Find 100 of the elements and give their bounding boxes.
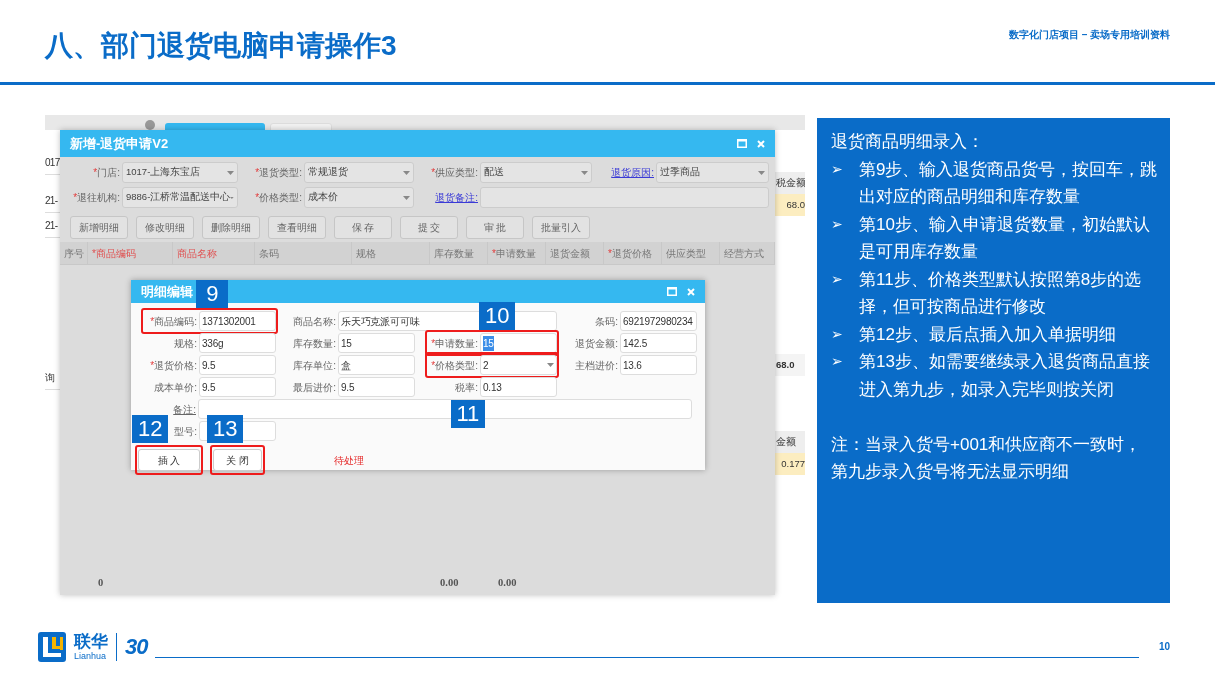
field-label: 税率:: [455, 380, 479, 395]
column-header: 金额: [775, 431, 805, 453]
maximize-icon[interactable]: [667, 287, 677, 296]
input-field[interactable]: 336g: [199, 333, 276, 353]
slide-title: 八、部门退货电脑申请操作3: [45, 29, 397, 63]
highlight-frame: [135, 445, 203, 475]
dialog-title: 新增-退货申请V2: [70, 134, 169, 153]
column-header: 退货金额: [546, 242, 604, 264]
toolbar-button[interactable]: 审 批: [466, 216, 524, 239]
toolbar-button[interactable]: 提 交: [400, 216, 458, 239]
field-label: 成本单价:: [154, 380, 198, 395]
dialog-title: 明细编辑: [141, 282, 193, 301]
input-field[interactable]: 盒: [338, 355, 415, 375]
field-label: *价格类型:: [431, 358, 479, 373]
column-header: 条码: [255, 242, 352, 264]
column-header: 税金额: [775, 172, 805, 194]
table-cell: 68.0: [775, 354, 805, 376]
dropdown[interactable]: 9886-江桥常温配送中心: [122, 187, 238, 208]
step-text: 第12步、最后点插入加入单据明细: [859, 323, 1116, 346]
dropdown[interactable]: 成本价: [304, 187, 414, 208]
total-value: 0.00: [439, 577, 459, 589]
field-link[interactable]: 备注:: [131, 401, 198, 417]
input-field[interactable]: 6921972980234: [620, 311, 697, 331]
column-header: 经营方式: [720, 242, 775, 264]
column-header: 序号: [60, 242, 88, 264]
close-icon[interactable]: [757, 139, 765, 148]
column-header: *申请数量: [488, 242, 546, 264]
field-label: *门店:: [92, 166, 121, 180]
dialog-button[interactable]: 插 入: [138, 449, 200, 471]
logo-latin-name: Lianhua: [74, 650, 108, 661]
field-label: 库存数量:: [293, 336, 337, 351]
step-text: 第10步、输入申请退货数量，初始默认是可用库存数量: [859, 213, 1151, 263]
table-cell: 68.0: [775, 194, 805, 216]
total-value: 0: [97, 577, 104, 589]
input-field[interactable]: 1371302001: [199, 311, 276, 331]
step-number-badge: 9: [196, 280, 229, 308]
toolbar-button[interactable]: 修改明细: [136, 216, 194, 239]
field-label: *退往机构:: [72, 191, 121, 205]
dropdown[interactable]: 常规退货: [304, 162, 414, 183]
bullet-marker: ➢: [831, 324, 843, 344]
field-label: 商品名称:: [292, 314, 337, 329]
input-field[interactable]: 142.5: [620, 333, 697, 353]
step-text: 第11步、价格类型默认按照第8步的选择，但可按商品进行修改: [859, 268, 1143, 318]
field-label: *商品编码:: [150, 314, 198, 329]
bullet-marker: ➢: [831, 269, 843, 289]
input-field[interactable]: 15: [338, 333, 415, 353]
field-label: 库存单位:: [293, 358, 337, 373]
field-label: *退货价格:: [150, 358, 198, 373]
dialog-button[interactable]: 关 闭: [213, 449, 262, 471]
input-field[interactable]: 9.5: [338, 377, 415, 397]
dropdown[interactable]: 配送: [480, 162, 592, 183]
step-text: 第13步、如需要继续录入退货商品直接进入第九步，如录入完毕则按关闭: [859, 351, 1151, 401]
step-number-badge: 10: [478, 302, 516, 330]
column-header: 商品名称: [173, 242, 255, 264]
field-label: 主档进价:: [575, 358, 619, 373]
toolbar-button[interactable]: 删除明细: [202, 216, 260, 239]
field-label: 最后进价:: [293, 380, 337, 395]
bullet-marker: ➢: [831, 352, 843, 371]
input-field[interactable]: 9.5: [199, 377, 276, 397]
page-number: 10: [1158, 640, 1170, 654]
step-number-badge: 12: [132, 415, 169, 443]
maximize-icon[interactable]: [737, 139, 747, 148]
field-label: *价格类型:: [254, 191, 303, 205]
badge-icon: [145, 120, 155, 130]
panel-heading: 退货商品明细录入：: [831, 131, 985, 153]
field-label: 型号:: [174, 424, 198, 439]
step-number-badge: 11: [450, 400, 486, 428]
column-header: 规格: [352, 242, 430, 264]
step-text: 第9步、输入退货商品货号，按回车，跳出对应的商品明细和库存数量: [859, 158, 1158, 208]
input-field[interactable]: 13.6: [620, 355, 697, 375]
field-link[interactable]: 退货备注:: [414, 190, 480, 205]
column-header: 库存数量: [430, 242, 488, 264]
dropdown[interactable]: 过季商品: [656, 162, 769, 183]
toolbar-button[interactable]: 保 存: [334, 216, 392, 239]
bullet-marker: ➢: [831, 214, 843, 234]
toolbar-button[interactable]: 批量引入: [532, 216, 590, 239]
column-header: *退货价格: [604, 242, 662, 264]
logo-name: 联华: [74, 632, 108, 651]
toolbar-button[interactable]: 查看明细: [268, 216, 326, 239]
close-icon[interactable]: [687, 287, 695, 296]
dropdown[interactable]: 2: [480, 355, 557, 375]
field-label: 条码:: [595, 314, 619, 329]
column-header: *商品编码: [88, 242, 173, 264]
field-label: *退货类型:: [254, 166, 303, 180]
input-field[interactable]: 9.5: [199, 355, 276, 375]
bullet-marker: ➢: [831, 159, 843, 179]
step-number-badge: 13: [207, 415, 244, 443]
dropdown[interactable]: 1017-上海东宝店: [122, 162, 238, 183]
input-field[interactable]: 0.13: [480, 377, 557, 397]
input-field[interactable]: [198, 399, 692, 419]
field-label: 退货金额:: [575, 336, 619, 351]
highlight-frame: [210, 445, 265, 475]
field-label: 规格:: [174, 336, 198, 351]
column-header: 供应类型: [662, 242, 720, 264]
table-cell: 0.177: [775, 453, 805, 475]
input-field[interactable]: [480, 187, 769, 208]
slide-subtitle: 数字化门店项目 – 卖场专用培训资料: [1008, 28, 1170, 42]
toolbar-button[interactable]: 新增明细: [70, 216, 128, 239]
field-link[interactable]: 退货原因:: [592, 165, 656, 180]
logo-icon: [38, 631, 66, 662]
